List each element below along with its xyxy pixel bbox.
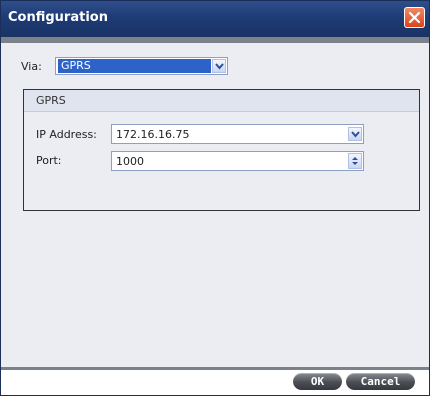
via-dropdown-button[interactable] — [212, 59, 226, 73]
port-label: Port: — [36, 154, 62, 167]
chevron-down-icon — [215, 63, 224, 70]
ok-button[interactable]: OK — [293, 373, 342, 390]
port-spinner[interactable]: 1000 — [111, 151, 364, 171]
port-value: 1000 — [116, 155, 144, 168]
close-button[interactable] — [404, 7, 425, 28]
via-select[interactable]: GPRS — [55, 57, 228, 75]
gprs-panel: GPRS IP Address: 172.16.16.75 Port: 1000 — [23, 89, 420, 211]
cancel-button[interactable]: Cancel — [346, 373, 415, 390]
via-selected-value: GPRS — [58, 59, 211, 73]
gprs-panel-header: GPRS — [24, 90, 419, 112]
ip-address-value: 172.16.16.75 — [116, 128, 190, 141]
configuration-dialog: Configuration Via: GPRS GPRS IP Address:… — [0, 0, 430, 396]
chevron-down-icon — [351, 131, 360, 138]
via-label: Via: — [21, 60, 42, 73]
close-icon — [408, 11, 421, 24]
gprs-panel-title: GPRS — [36, 94, 66, 107]
title-bar[interactable]: Configuration — [1, 1, 429, 37]
window-title: Configuration — [8, 10, 108, 25]
ip-address-dropdown-button[interactable] — [348, 127, 362, 141]
ip-address-label: IP Address: — [36, 128, 97, 141]
spinner-arrows-icon — [352, 157, 358, 165]
ip-address-select[interactable]: 172.16.16.75 — [111, 124, 364, 144]
port-spinner-buttons[interactable] — [348, 153, 362, 169]
top-divider — [1, 37, 429, 43]
bottom-divider — [1, 367, 429, 370]
